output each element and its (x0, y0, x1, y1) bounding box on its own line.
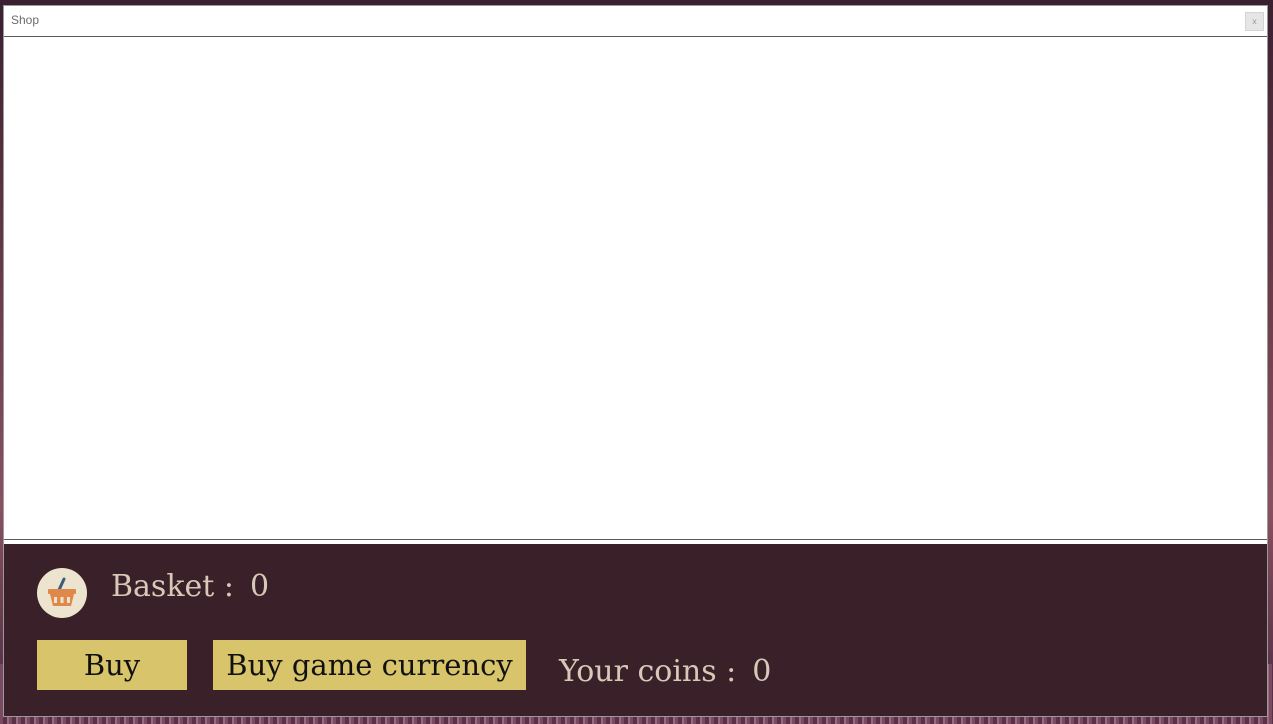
buy-button[interactable]: Buy (37, 640, 187, 690)
shop-items-area (4, 37, 1267, 539)
shop-bottom-panel: Basket : 0 Buy Buy game currency Your coi… (4, 544, 1267, 716)
title-bar[interactable]: Shop x (4, 6, 1267, 37)
content-divider (4, 539, 1267, 540)
coins-status: Your coins : 0 (559, 654, 771, 689)
close-icon: x (1252, 17, 1257, 26)
coins-value: 0 (752, 654, 772, 689)
shop-window: Shop x Basket : 0 Buy Buy game currency Y… (3, 5, 1268, 717)
buy-game-currency-button[interactable]: Buy game currency (213, 640, 526, 690)
close-button[interactable]: x (1245, 12, 1264, 31)
window-title: Shop (11, 13, 40, 27)
basket-icon[interactable] (37, 568, 87, 618)
basket-count: 0 (249, 569, 270, 604)
coins-label: Your coins : (559, 654, 737, 689)
basket-label: Basket : (111, 569, 234, 604)
basket-status: Basket : 0 (111, 569, 269, 604)
